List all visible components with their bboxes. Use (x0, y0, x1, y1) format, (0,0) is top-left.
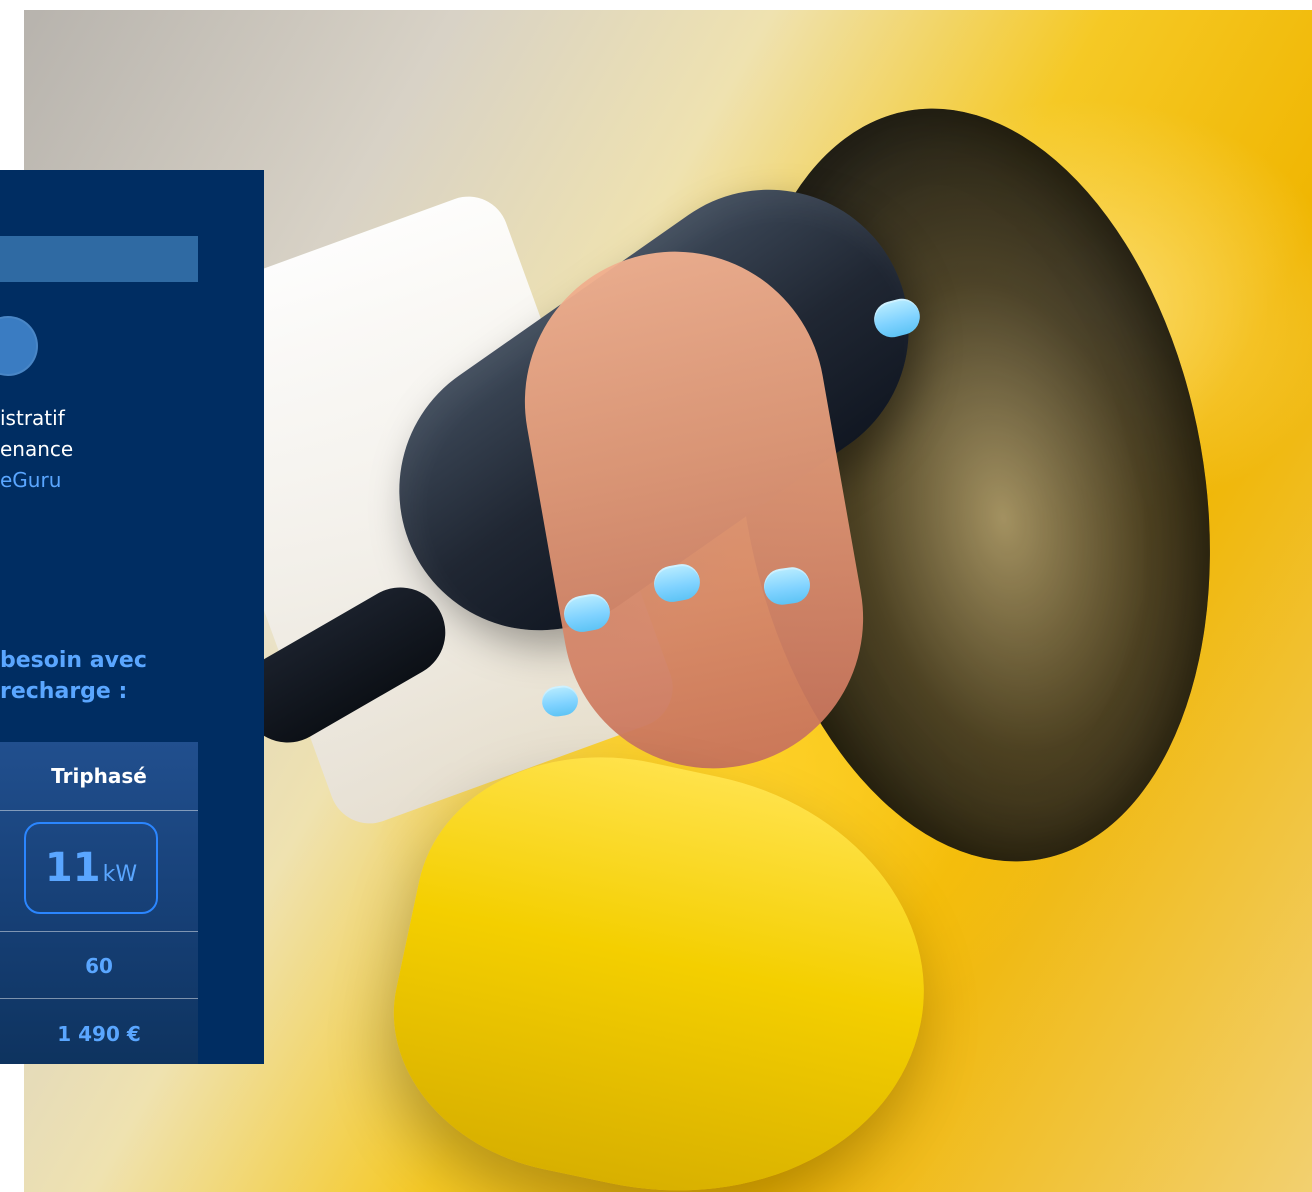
table-divider (0, 810, 198, 811)
table-cell-value: 60 (85, 954, 113, 978)
power-unit: kW (102, 862, 138, 887)
table-cell-price: 1 490 € (57, 1022, 141, 1046)
panel-line: istratif (0, 406, 65, 430)
panel-heading: besoin avec recharge : (0, 645, 147, 707)
panel-top-bar (0, 236, 198, 282)
heading-line: recharge : (0, 679, 128, 704)
table-header-triphase: Triphasé (51, 764, 147, 788)
step-circle-icon (0, 316, 38, 376)
table-divider (0, 931, 198, 932)
power-badge: 11 kW (24, 822, 158, 914)
panel-text-lines: istratif enance eGuru (0, 403, 73, 496)
table-divider (0, 998, 198, 999)
power-table: Triphasé 11 kW 60 1 490 € (0, 742, 198, 1064)
panel-link-text: eGuru (0, 468, 62, 492)
panel-line: enance (0, 437, 74, 461)
heading-line: besoin avec (0, 648, 147, 673)
power-value: 11 (44, 845, 101, 891)
info-panel: istratif enance eGuru besoin avec rechar… (0, 170, 264, 1064)
